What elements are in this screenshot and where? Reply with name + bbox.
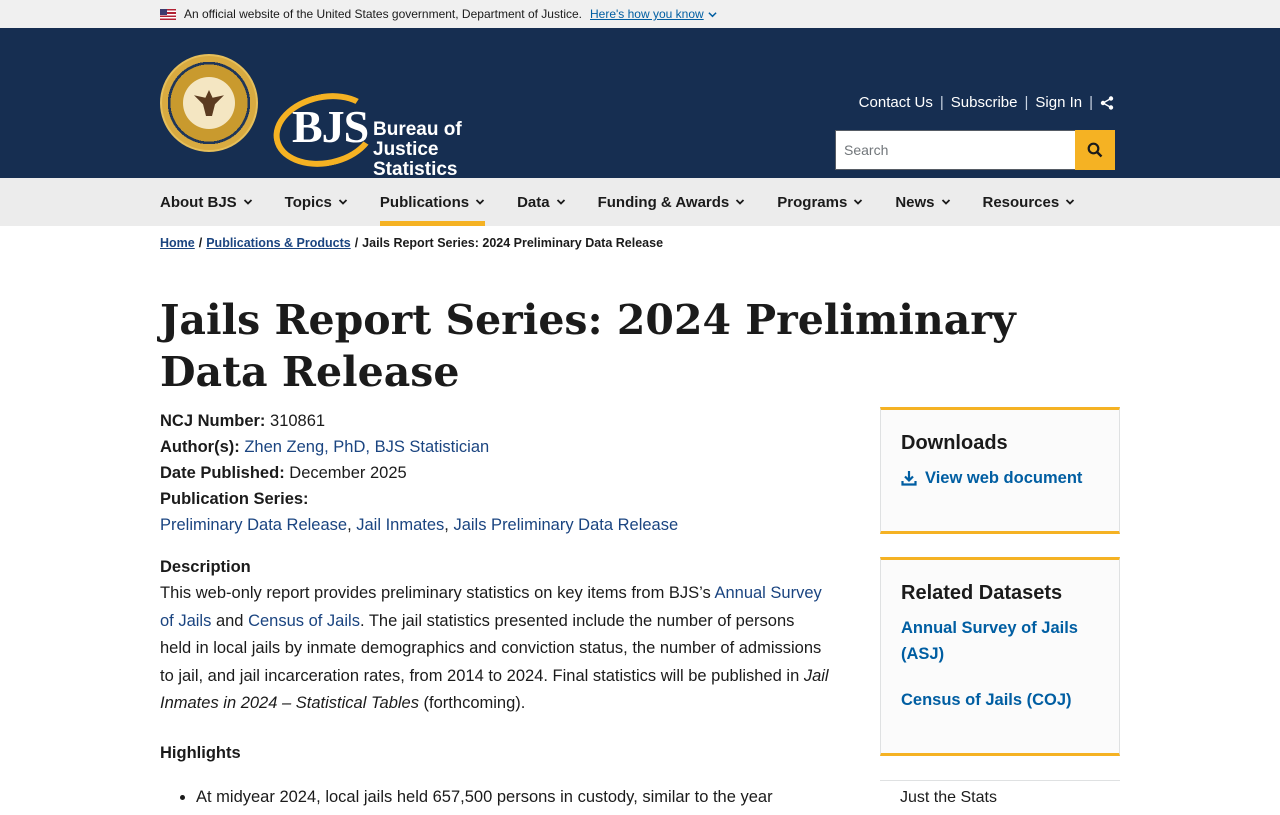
highlights-heading: Highlights bbox=[160, 743, 241, 762]
download-icon bbox=[901, 471, 917, 486]
related-datasets-box: Related Datasets Annual Survey of Jails … bbox=[880, 557, 1120, 756]
downloads-box: Downloads View web document bbox=[880, 407, 1120, 534]
site-header: BJS Bureau of Justice Statistics Contact… bbox=[0, 28, 1280, 180]
related-datasets-heading: Related Datasets bbox=[901, 582, 1063, 604]
nav-label: About BJS bbox=[160, 193, 237, 211]
gov-banner: An official website of the United States… bbox=[0, 0, 1280, 28]
publication-series: Publication Series: bbox=[160, 486, 830, 512]
how-you-know-link[interactable]: Here's how you know bbox=[590, 7, 717, 21]
description-text: This web-only report provides preliminar… bbox=[160, 580, 830, 718]
breadcrumb-separator: / bbox=[198, 236, 203, 250]
desc-text: and bbox=[211, 611, 249, 630]
separator: | bbox=[1089, 94, 1093, 111]
separator: | bbox=[1024, 94, 1029, 111]
chevron-down-icon bbox=[854, 199, 863, 205]
nav-funding-awards[interactable]: Funding & Awards bbox=[598, 178, 746, 226]
chevron-down-icon bbox=[243, 199, 252, 205]
eagle-icon bbox=[194, 90, 224, 116]
breadcrumb-current: Jails Report Series: 2024 Preliminary Da… bbox=[362, 236, 664, 250]
date-label: Date Published: bbox=[160, 464, 285, 482]
highlight-item: At midyear 2024, local jails held 657,50… bbox=[196, 784, 830, 810]
census-of-jails-dataset-link[interactable]: Census of Jails (COJ) bbox=[901, 687, 1099, 713]
nav-programs[interactable]: Programs bbox=[777, 178, 863, 226]
gov-banner-text: An official website of the United States… bbox=[184, 7, 582, 21]
bjs-logo[interactable]: BJS Bureau of Justice Statistics bbox=[266, 83, 523, 180]
nav-label: Programs bbox=[777, 193, 848, 211]
ncj-number: NCJ Number: 310861 bbox=[160, 408, 830, 434]
search-button[interactable] bbox=[1075, 130, 1115, 170]
nav-label: Data bbox=[517, 193, 550, 211]
nav-label: Topics bbox=[284, 193, 332, 211]
bjs-logo-letters: BJS bbox=[292, 101, 369, 152]
nav-label: Resources bbox=[982, 193, 1060, 211]
breadcrumb-publications-link[interactable]: Publications & Products bbox=[206, 236, 350, 250]
main-nav: About BJS Topics Publications Data Fundi… bbox=[0, 178, 1280, 226]
search-icon bbox=[1087, 142, 1103, 158]
breadcrumb: Home / Publications & Products / Jails R… bbox=[160, 236, 663, 250]
downloads-card: Downloads View web document bbox=[880, 407, 1120, 534]
contact-us-link[interactable]: Contact Us bbox=[859, 94, 933, 111]
ncj-label: NCJ Number: bbox=[160, 412, 266, 430]
us-flag-icon bbox=[160, 8, 176, 20]
nav-label: News bbox=[895, 193, 935, 211]
chevron-down-icon bbox=[475, 199, 485, 205]
author-link[interactable]: Zhen Zeng, PhD, BJS Statistician bbox=[244, 438, 489, 456]
series-link-jail-inmates[interactable]: Jail Inmates bbox=[356, 516, 444, 534]
census-of-jails-link[interactable]: Census of Jails bbox=[248, 612, 360, 630]
nav-topics[interactable]: Topics bbox=[285, 178, 348, 226]
nav-news[interactable]: News bbox=[895, 178, 950, 226]
search-input[interactable] bbox=[835, 130, 1075, 170]
annual-survey-of-jails-link[interactable]: Annual Survey of Jails (ASJ) bbox=[901, 615, 1099, 667]
utility-links: Contact Us | Subscribe | Sign In | bbox=[859, 94, 1114, 111]
series-link-preliminary[interactable]: Preliminary Data Release bbox=[160, 516, 347, 534]
ncj-value: 310861 bbox=[270, 412, 326, 430]
doj-ojp-seal-logo[interactable] bbox=[160, 54, 258, 152]
desc-text: This web-only report provides preliminar… bbox=[160, 584, 715, 602]
desc-text: (forthcoming). bbox=[418, 694, 526, 712]
separator: | bbox=[939, 94, 944, 111]
sign-in-link[interactable]: Sign In bbox=[1035, 94, 1082, 111]
series-links: Preliminary Data Release, Jail Inmates, … bbox=[160, 516, 679, 534]
page-title: Jails Report Series: 2024 Preliminary Da… bbox=[160, 296, 1016, 396]
series-label: Publication Series: bbox=[160, 490, 309, 508]
related-datasets-card: Related Datasets Annual Survey of Jails … bbox=[880, 557, 1120, 756]
just-the-stats-heading: Just the Stats bbox=[880, 780, 1120, 815]
chevron-down-icon bbox=[338, 199, 348, 205]
nav-label: Publications bbox=[379, 193, 470, 211]
chevron-down-icon bbox=[1066, 199, 1075, 205]
chevron-down-icon bbox=[736, 199, 745, 205]
nav-resources[interactable]: Resources bbox=[983, 178, 1076, 226]
description-heading: Description bbox=[160, 558, 251, 576]
author-label: Author(s): bbox=[160, 438, 240, 456]
seal-center bbox=[183, 77, 235, 129]
highlights-list: At midyear 2024, local jails held 657,50… bbox=[160, 784, 830, 810]
share-icon[interactable] bbox=[1100, 95, 1114, 110]
chevron-down-icon bbox=[708, 11, 717, 17]
logo-line-2: Justice Statistics bbox=[373, 139, 458, 180]
nav-data[interactable]: Data bbox=[517, 178, 566, 226]
chevron-down-icon bbox=[941, 199, 950, 205]
breadcrumb-separator: / bbox=[354, 236, 359, 250]
nav-publications[interactable]: Publications bbox=[379, 178, 486, 226]
how-you-know-label: Here's how you know bbox=[590, 7, 704, 21]
date-published: Date Published: December 2025 bbox=[160, 460, 830, 486]
download-label: View web document bbox=[925, 469, 1083, 487]
downloads-heading: Downloads bbox=[901, 432, 1008, 454]
search-form bbox=[835, 130, 1115, 170]
main-content: NCJ Number: 310861 Author(s): Zhen Zeng,… bbox=[160, 408, 830, 814]
date-value: December 2025 bbox=[289, 464, 407, 482]
view-web-document-link[interactable]: View web document bbox=[901, 465, 1099, 491]
nav-about-bjs[interactable]: About BJS bbox=[160, 178, 253, 226]
authors: Author(s): Zhen Zeng, PhD, BJS Statistic… bbox=[160, 434, 830, 460]
logo-line-1: Bureau of bbox=[373, 119, 462, 140]
chevron-down-icon bbox=[556, 199, 565, 205]
subscribe-link[interactable]: Subscribe bbox=[951, 94, 1018, 111]
series-link-jails-preliminary[interactable]: Jails Preliminary Data Release bbox=[453, 516, 678, 534]
breadcrumb-home-link[interactable]: Home bbox=[160, 236, 195, 250]
bjs-logo-text: Bureau of Justice Statistics bbox=[373, 120, 523, 180]
nav-label: Funding & Awards bbox=[597, 193, 730, 211]
